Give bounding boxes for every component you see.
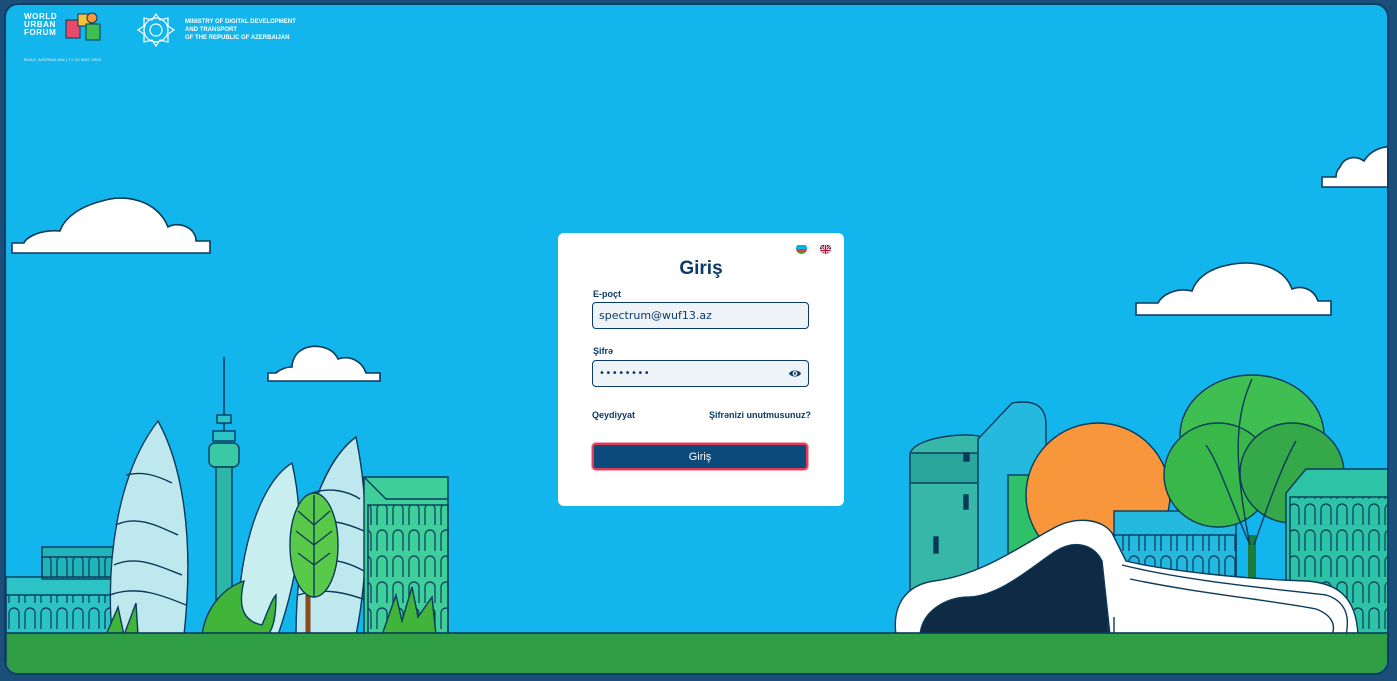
ministry-emblem-icon <box>136 12 176 48</box>
ministry-name: MINISTRY OF DIGITAL DEVELOPMENT AND TRAN… <box>185 18 296 42</box>
wuf-subtitle: BAKU, AZERBAIJAN | 17-22 MAY 2026 <box>24 57 102 62</box>
wuf-logo-line-3: FORUM <box>24 28 57 37</box>
login-card: Giriş E-poçt Şifrə Qeydiyyat Şifrənizi u… <box>558 233 844 506</box>
password-field[interactable] <box>592 360 809 387</box>
uk-flag-icon[interactable] <box>820 243 831 254</box>
show-password-eye-icon[interactable] <box>788 367 802 380</box>
email-field[interactable] <box>592 302 809 329</box>
email-input[interactable] <box>599 303 784 328</box>
password-input[interactable] <box>599 361 784 386</box>
ministry-line-2: AND TRANSPORT <box>185 27 237 33</box>
page-frame: WORLD URBAN FORUM BAKU, AZERBAIJAN | 17-… <box>4 3 1389 675</box>
login-button[interactable]: Giriş <box>592 443 808 470</box>
password-label: Şifrə <box>593 346 614 356</box>
email-label: E-poçt <box>593 289 621 299</box>
az-flag-icon[interactable] <box>796 243 807 254</box>
ministry-line-3: OF THE REPUBLIC OF AZERBAIJAN <box>185 35 290 41</box>
ministry-line-1: MINISTRY OF DIGITAL DEVELOPMENT <box>185 19 296 25</box>
wuf-emblem-icon <box>65 12 101 41</box>
login-title: Giriş <box>679 258 723 279</box>
forgot-password-link[interactable]: Şifrənizi unutmusunuz? <box>709 410 811 420</box>
world-urban-forum-logo: WORLD URBAN FORUM <box>24 13 57 37</box>
register-link[interactable]: Qeydiyyat <box>592 410 635 420</box>
